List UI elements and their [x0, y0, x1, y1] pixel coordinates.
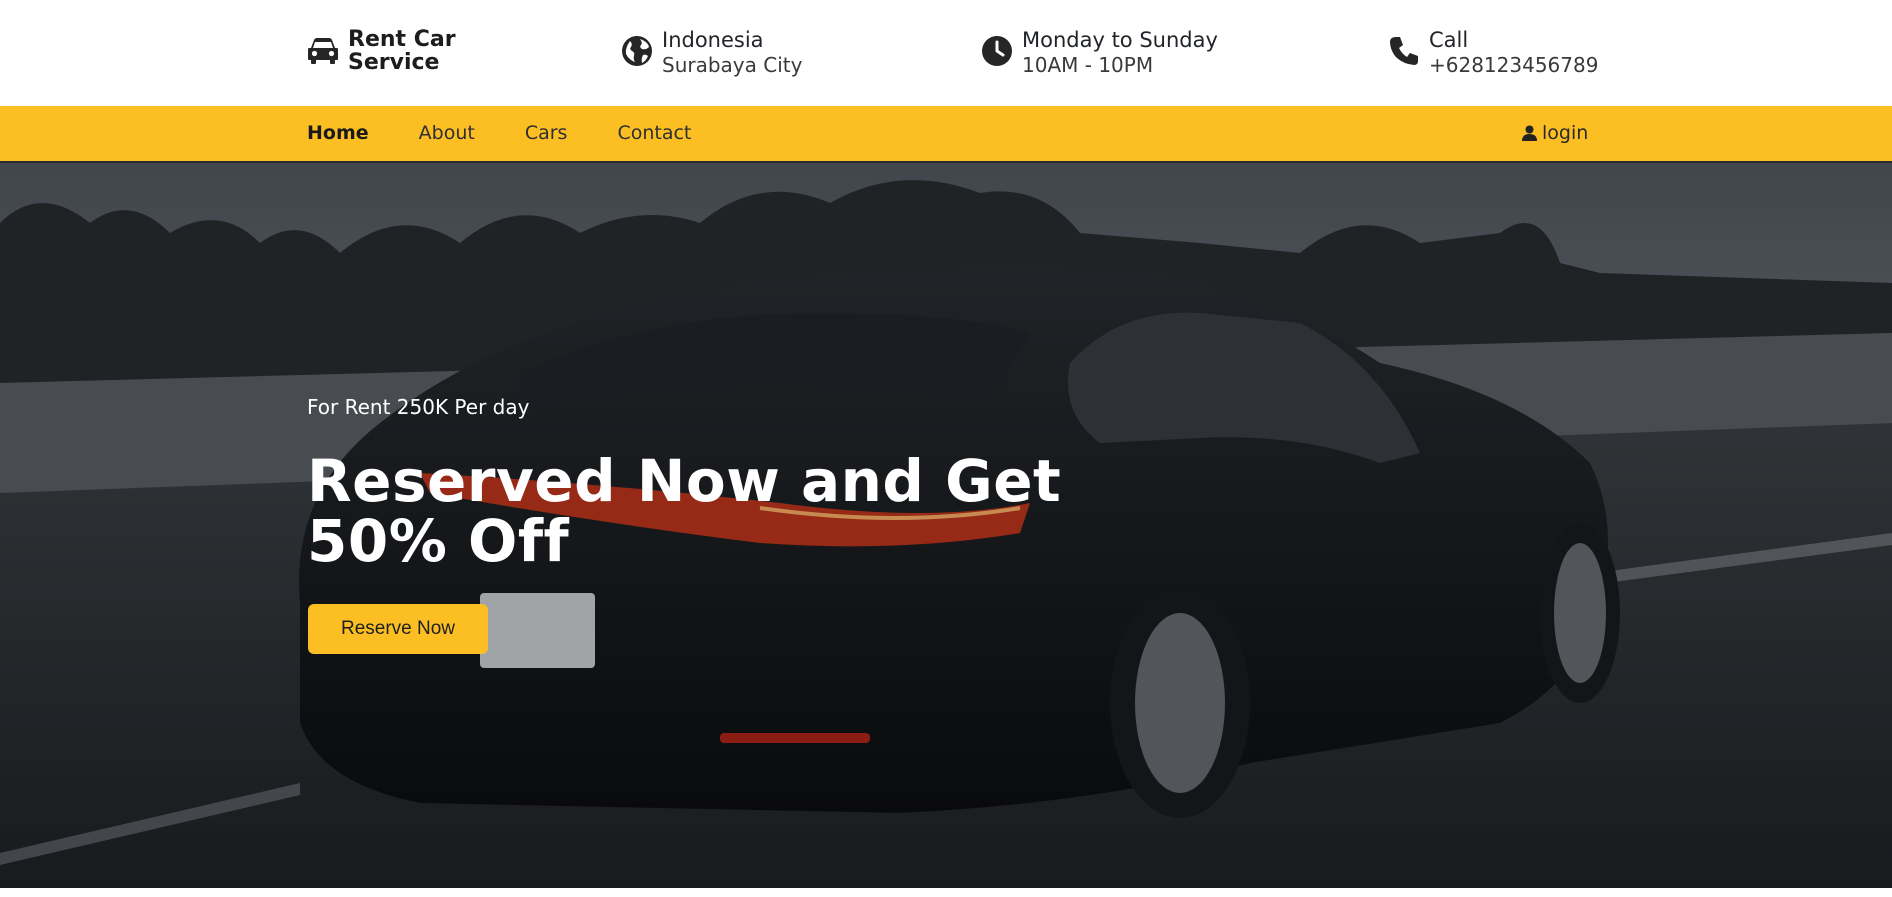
- nav-link-cars[interactable]: Cars: [525, 122, 568, 144]
- globe-icon: [620, 34, 654, 68]
- nav-links: Home About Cars Contact: [307, 122, 741, 144]
- brand-name: Rent Car Service: [348, 27, 456, 75]
- hours-info: Monday to Sunday 10AM - 10PM: [980, 28, 1218, 78]
- main-navbar: Home About Cars Contact login: [0, 106, 1892, 163]
- user-icon: [1522, 125, 1537, 141]
- hero-section: For Rent 250K Per day Reserved Now and G…: [0, 163, 1892, 888]
- hero-headline: Reserved Now and Get 50% Off: [307, 447, 1062, 575]
- car-icon: [306, 34, 340, 68]
- location-info: Indonesia Surabaya City: [620, 28, 802, 78]
- location-detail: Surabaya City: [662, 53, 803, 77]
- login-label: login: [1542, 122, 1589, 144]
- brand[interactable]: Rent Car Service: [306, 28, 468, 74]
- location-title: Indonesia: [662, 28, 764, 52]
- hours-detail: 10AM - 10PM: [1022, 53, 1154, 77]
- top-info-bar: Rent Car Service Indonesia Surabaya City…: [0, 0, 1892, 106]
- call-info: Call +628123456789: [1387, 28, 1598, 78]
- hero-subtitle: For Rent 250K Per day: [307, 395, 530, 419]
- phone-icon: [1387, 34, 1421, 68]
- nav-link-contact[interactable]: Contact: [617, 122, 691, 144]
- reserve-now-button[interactable]: Reserve Now: [308, 604, 488, 654]
- hours-title: Monday to Sunday: [1022, 28, 1218, 52]
- nav-link-about[interactable]: About: [419, 122, 475, 144]
- login-button[interactable]: login: [1522, 122, 1588, 144]
- call-title: Call: [1429, 28, 1469, 52]
- call-number[interactable]: +628123456789: [1429, 53, 1598, 78]
- nav-link-home[interactable]: Home: [307, 122, 369, 144]
- clock-icon: [980, 34, 1014, 68]
